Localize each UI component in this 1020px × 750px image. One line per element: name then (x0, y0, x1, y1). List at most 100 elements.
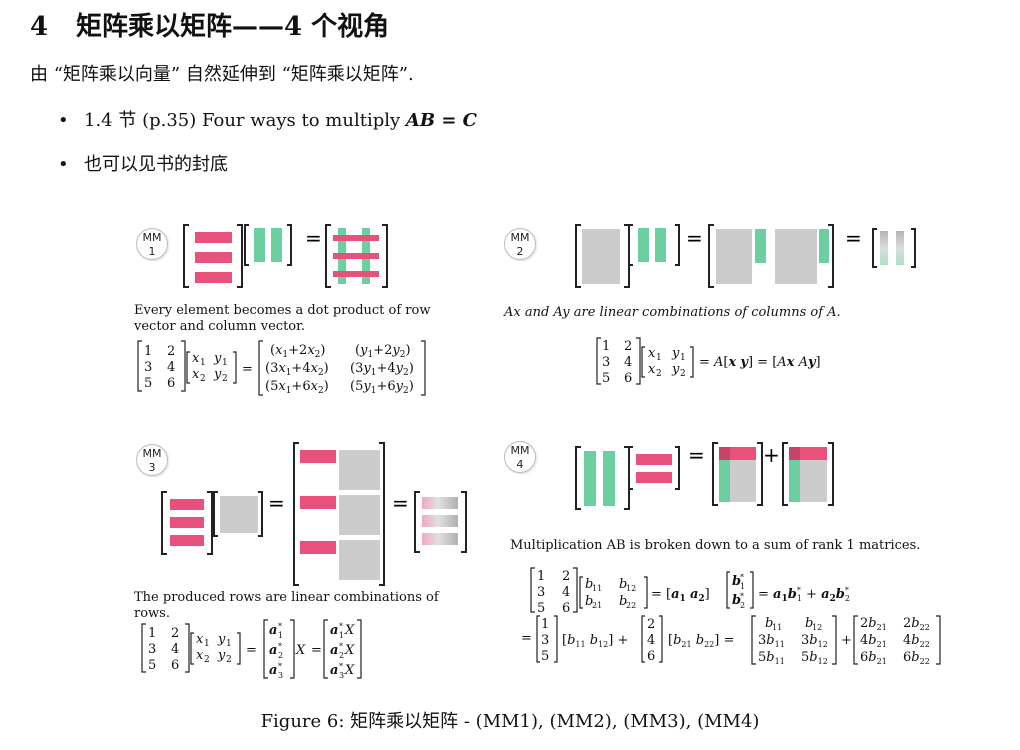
svg-text:5b12: 5b12 (801, 650, 828, 666)
svg-text:2: 2 (680, 369, 686, 379)
svg-text:6b21: 6b21 (860, 650, 887, 666)
svg-text:(3x1+4x2): (3x1+4x2) (265, 361, 329, 378)
svg-text:2b22: 2b22 (903, 616, 930, 632)
svg-text:5: 5 (144, 376, 152, 391)
svg-text:1: 1 (656, 353, 662, 363)
svg-text:1: 1 (278, 631, 283, 640)
svg-text:3: 3 (148, 642, 156, 657)
svg-text:2: 2 (647, 617, 655, 632)
svg-text:[b11 b12] +: [b11 b12] + (562, 633, 628, 649)
svg-text:= a1b*1 + a2b*2: = a1b* 1 + a2b* 2 (758, 586, 850, 604)
svg-text:2: 2 (222, 374, 228, 384)
svg-text:X: X (344, 663, 355, 678)
svg-text:y: y (217, 632, 226, 647)
svg-text:y: y (671, 362, 680, 377)
svg-text:2: 2 (624, 339, 632, 354)
svg-text:3: 3 (537, 585, 545, 600)
svg-text:*: * (278, 662, 282, 671)
svg-text:a: a (330, 643, 338, 658)
svg-text:4: 4 (171, 642, 179, 657)
svg-text:6: 6 (171, 658, 179, 673)
svg-text:4: 4 (562, 585, 570, 600)
svg-text:X: X (295, 643, 306, 658)
svg-text:*: * (740, 592, 744, 601)
svg-text:1: 1 (200, 358, 206, 368)
svg-text:a: a (330, 663, 338, 678)
svg-text:2: 2 (204, 655, 210, 665)
svg-text:1: 1 (144, 344, 152, 359)
svg-text:(3y1+4y2): (3y1+4y2) (350, 361, 414, 378)
mm4-formula: 12 34 56 b11 b12 b21 b22 = [a1 a2] b*1 b… (521, 569, 930, 666)
svg-text:6: 6 (647, 649, 655, 664)
svg-text:3: 3 (144, 360, 152, 375)
svg-text:1: 1 (541, 617, 549, 632)
svg-text:2: 2 (656, 369, 662, 379)
svg-text:2: 2 (226, 655, 232, 665)
svg-text:6: 6 (624, 371, 632, 386)
svg-text:2: 2 (339, 651, 344, 660)
svg-text:= [a1 a2]: = [a1 a2] (651, 587, 710, 604)
svg-text:y: y (213, 367, 222, 382)
svg-text:12: 12 (626, 584, 636, 593)
svg-text:12: 12 (812, 623, 822, 632)
svg-text:4b21: 4b21 (860, 633, 887, 649)
svg-text:1: 1 (740, 582, 745, 591)
svg-text:2: 2 (200, 374, 206, 384)
svg-text:y: y (217, 648, 226, 663)
svg-text:21: 21 (592, 601, 602, 610)
svg-text:X: X (344, 643, 355, 658)
svg-text:x: x (196, 632, 204, 647)
svg-text:x: x (648, 346, 656, 361)
svg-text:x: x (192, 367, 200, 382)
svg-text:y: y (671, 346, 680, 361)
svg-text:11: 11 (592, 584, 602, 593)
svg-text:=: = (311, 643, 322, 658)
svg-text:1: 1 (226, 639, 232, 649)
svg-text:*: * (339, 622, 343, 631)
svg-text:(y1+2y2): (y1+2y2) (355, 343, 411, 360)
svg-text:5: 5 (148, 658, 156, 673)
svg-text:5: 5 (537, 601, 545, 616)
svg-text:(5y1+6y2): (5y1+6y2) (350, 379, 414, 396)
svg-text:4: 4 (647, 633, 655, 648)
svg-text:11: 11 (772, 623, 782, 632)
svg-text:4: 4 (167, 360, 175, 375)
svg-text:a: a (269, 623, 277, 638)
svg-text:y: y (213, 351, 222, 366)
svg-text:x: x (192, 351, 200, 366)
svg-text:3b12: 3b12 (801, 633, 828, 649)
svg-text:3: 3 (339, 671, 344, 680)
svg-text:=: = (521, 631, 532, 646)
svg-text:*: * (339, 642, 343, 651)
svg-text:6b22: 6b22 (903, 650, 930, 666)
svg-text:= A[x y] = [Ax Ay]: = A[x y] = [Ax Ay] (699, 355, 821, 370)
svg-text:*: * (278, 642, 282, 651)
svg-text:6: 6 (167, 376, 175, 391)
svg-text:1: 1 (680, 353, 686, 363)
svg-text:(5x1+6x2): (5x1+6x2) (265, 379, 329, 396)
svg-text:X: X (344, 623, 355, 638)
svg-text:[b21 b22] =: [b21 b22] = (668, 633, 734, 649)
svg-text:a: a (330, 623, 338, 638)
svg-text:3: 3 (278, 671, 283, 680)
svg-text:a: a (269, 643, 277, 658)
svg-text:2b21: 2b21 (860, 616, 887, 632)
svg-text:1: 1 (339, 631, 344, 640)
svg-text:3: 3 (602, 355, 610, 370)
svg-text:=: = (246, 643, 257, 658)
svg-text:2: 2 (740, 601, 745, 610)
svg-text:+: + (841, 633, 852, 648)
math-formulas: 12 34 56 x1 y1 x2 y2 = (x1+2x2) (y1+2y2)… (137, 337, 941, 680)
figure-caption: Figure 6: 矩阵乘以矩阵 - (MM1), (MM2), (MM3), … (260, 711, 760, 732)
svg-text:5: 5 (602, 371, 610, 386)
svg-text:5: 5 (541, 649, 549, 664)
svg-text:2: 2 (562, 569, 570, 584)
svg-text:*: * (740, 573, 744, 582)
svg-text:1: 1 (148, 626, 156, 641)
svg-text:3b11: 3b11 (758, 633, 785, 649)
svg-text:x: x (196, 648, 204, 663)
svg-text:1: 1 (537, 569, 545, 584)
svg-text:x: x (648, 362, 656, 377)
svg-text:4: 4 (624, 355, 632, 370)
svg-text:*: * (278, 622, 282, 631)
